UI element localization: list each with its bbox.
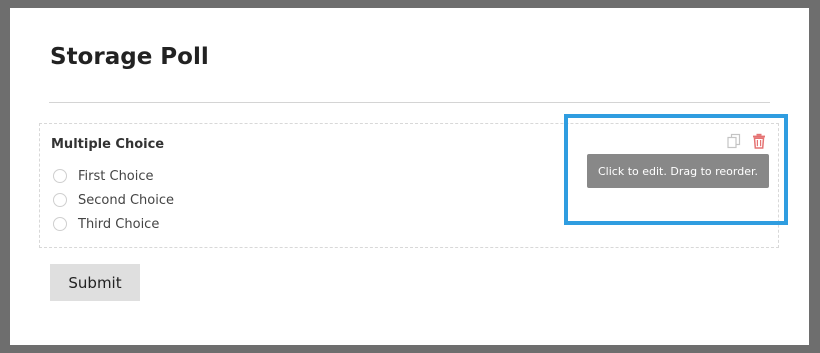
submit-button[interactable]: Submit <box>50 264 140 301</box>
form-panel: Storage Poll Multiple Choice First Choic… <box>10 8 809 345</box>
title-divider <box>49 102 770 103</box>
form-title: Storage Poll <box>50 44 209 70</box>
choice-option-1[interactable]: First Choice <box>53 167 154 185</box>
radio-button[interactable] <box>53 217 67 231</box>
radio-button[interactable] <box>53 169 67 183</box>
radio-button[interactable] <box>53 193 67 207</box>
edit-tooltip: Click to edit. Drag to reorder. <box>587 154 769 188</box>
choice-option-3[interactable]: Third Choice <box>53 215 159 233</box>
duplicate-icon[interactable] <box>725 132 743 150</box>
choice-label: Second Choice <box>78 192 175 208</box>
choice-label: Third Choice <box>78 216 160 232</box>
field-actions-highlight: Click to edit. Drag to reorder. <box>564 114 788 225</box>
choice-option-2[interactable]: Second Choice <box>53 191 174 209</box>
field-label: Multiple Choice <box>51 137 165 152</box>
choice-label: First Choice <box>78 168 154 184</box>
trash-icon[interactable] <box>750 132 768 150</box>
